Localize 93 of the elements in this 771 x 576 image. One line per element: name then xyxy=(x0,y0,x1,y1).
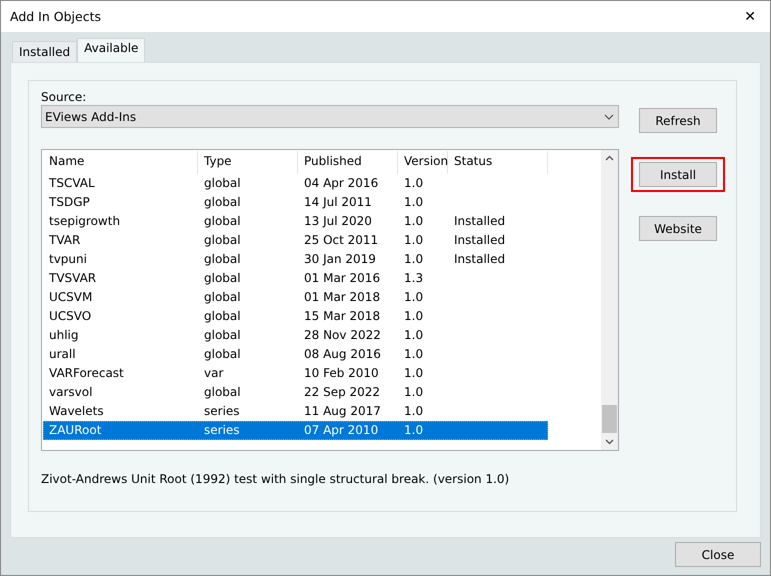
table-cell-text: var xyxy=(203,365,224,382)
table-cell-text: 08 Aug 2016 xyxy=(303,346,382,363)
table-cell-text: 07 Apr 2010 xyxy=(303,422,380,439)
table-cell-text: VARForecast xyxy=(48,365,125,382)
list-row[interactable]: tsepigrowth global 13 Jul 2020 1.0 Installed xyxy=(43,212,548,231)
table-cell-text: 01 Mar 2016 xyxy=(303,270,382,287)
table-cell-text: urall xyxy=(48,346,77,363)
chevron-down-icon xyxy=(604,114,614,120)
table-cell-text: Installed xyxy=(453,251,506,268)
table-cell-text: 1.0 xyxy=(403,327,424,344)
table-cell-text: 11 Aug 2017 xyxy=(303,403,382,420)
window-title: Add In Objects xyxy=(10,9,101,24)
list-row[interactable]: Wavelets series 11 Aug 2017 1.0 xyxy=(43,402,548,421)
column-header[interactable]: Status xyxy=(448,151,548,174)
table-cell-text: uhlig xyxy=(48,327,80,344)
table-cell-text: tvpuni xyxy=(48,251,88,268)
list-row[interactable]: TSCVAL global 04 Apr 2016 1.0 xyxy=(43,174,548,193)
table-cell-text: 1.0 xyxy=(403,346,424,363)
action-button[interactable]: Install xyxy=(639,162,717,187)
source-dropdown[interactable]: EViews Add-Ins xyxy=(41,105,619,128)
table-cell-text: 15 Mar 2018 xyxy=(303,308,382,325)
list-row[interactable]: varsvol global 22 Sep 2022 1.0 xyxy=(43,383,548,402)
table-cell-text: 1.0 xyxy=(403,194,424,211)
table-cell-text: global xyxy=(203,232,242,249)
list-row[interactable]: urall global 08 Aug 2016 1.0 xyxy=(43,345,548,364)
table-cell-text: 1.3 xyxy=(403,270,424,287)
list-row[interactable]: tvpuni global 30 Jan 2019 1.0 Installed xyxy=(43,250,548,269)
table-cell-text: global xyxy=(203,175,242,192)
tab[interactable]: Available xyxy=(77,38,146,62)
column-header[interactable]: Version xyxy=(398,151,448,174)
scrollbar[interactable] xyxy=(601,150,618,450)
list-row[interactable]: TSDGP global 14 Jul 2011 1.0 xyxy=(43,193,548,212)
table-cell-text: Wavelets xyxy=(48,403,105,420)
addin-list[interactable] xyxy=(41,149,619,451)
table-cell-text: 04 Apr 2016 xyxy=(303,175,380,192)
table-cell-text: 1.0 xyxy=(403,289,424,306)
table-cell-text: global xyxy=(203,289,242,306)
list-row[interactable]: VARForecast var 10 Feb 2010 1.0 xyxy=(43,364,548,383)
table-cell-text: 1.0 xyxy=(403,365,424,382)
table-cell-text: 28 Nov 2022 xyxy=(303,327,382,344)
table-cell-text: 01 Mar 2018 xyxy=(303,289,382,306)
close-button[interactable]: ✕ xyxy=(740,8,760,24)
column-header[interactable]: Type xyxy=(198,151,298,174)
action-button[interactable]: Refresh xyxy=(639,108,717,133)
list-row[interactable]: TVAR global 25 Oct 2011 1.0 Installed xyxy=(43,231,548,250)
list-row[interactable]: UCSVM global 01 Mar 2018 1.0 xyxy=(43,288,548,307)
column-header[interactable]: Name xyxy=(43,151,198,174)
table-cell-text: Installed xyxy=(453,213,506,230)
table-cell-text: 1.0 xyxy=(403,213,424,230)
table-cell-text: 22 Sep 2022 xyxy=(303,384,382,401)
list-row[interactable]: TVSVAR global 01 Mar 2016 1.3 xyxy=(43,269,548,288)
table-cell-text: TSCVAL xyxy=(48,175,96,192)
table-cell-text: 1.0 xyxy=(403,232,424,249)
tab[interactable]: Installed xyxy=(12,41,78,62)
table-cell-text: 10 Feb 2010 xyxy=(303,365,380,382)
table-cell-text: 30 Jan 2019 xyxy=(303,251,377,268)
table-cell-text: ZAURoot xyxy=(48,422,102,439)
table-cell-text: 1.0 xyxy=(403,175,424,192)
table-cell-text: series xyxy=(203,403,241,420)
table-cell-text: 1.0 xyxy=(403,422,424,439)
table-cell-text: global xyxy=(203,270,242,287)
table-cell-text: TVSVAR xyxy=(48,270,98,287)
list-row[interactable]: uhlig global 28 Nov 2022 1.0 xyxy=(43,326,548,345)
table-cell-text: tsepigrowth xyxy=(48,213,122,230)
column-header[interactable]: Published xyxy=(298,151,398,174)
list-row[interactable]: ZAURoot series 07 Apr 2010 1.0 xyxy=(43,421,548,440)
table-cell-text: varsvol xyxy=(48,384,94,401)
table-cell-text: global xyxy=(203,213,242,230)
action-button[interactable]: Website xyxy=(639,216,717,241)
table-cell-text: global xyxy=(203,308,242,325)
table-cell-text: TVAR xyxy=(48,232,82,249)
table-cell-text: TSDGP xyxy=(48,194,91,211)
table-cell-text: global xyxy=(203,251,242,268)
source-label: Source: xyxy=(41,90,88,104)
table-cell-text: 1.0 xyxy=(403,308,424,325)
table-cell-text: 1.0 xyxy=(403,251,424,268)
description-text: Zivot-Andrews Unit Root (1992) test with single structural break. (version 1.0) xyxy=(41,472,510,486)
close-dialog-button[interactable]: Close xyxy=(675,542,761,567)
table-cell-text: series xyxy=(203,422,241,439)
table-cell-text: 25 Oct 2011 xyxy=(303,232,380,249)
table-cell-text: Installed xyxy=(453,232,506,249)
table-cell-text: 1.0 xyxy=(403,403,424,420)
table-cell-text: global xyxy=(203,327,242,344)
list-row[interactable]: UCSVO global 15 Mar 2018 1.0 xyxy=(43,307,548,326)
table-cell-text: UCSVM xyxy=(48,289,94,306)
table-cell-text: UCSVO xyxy=(48,308,92,325)
table-cell-text: global xyxy=(203,384,242,401)
table-cell-text: global xyxy=(203,346,242,363)
table-cell-text: 14 Jul 2011 xyxy=(303,194,373,211)
scroll-thumb[interactable] xyxy=(602,405,617,433)
table-cell-text: global xyxy=(203,194,242,211)
table-cell-text: 1.0 xyxy=(403,384,424,401)
table-cell-text: 13 Jul 2020 xyxy=(303,213,373,230)
